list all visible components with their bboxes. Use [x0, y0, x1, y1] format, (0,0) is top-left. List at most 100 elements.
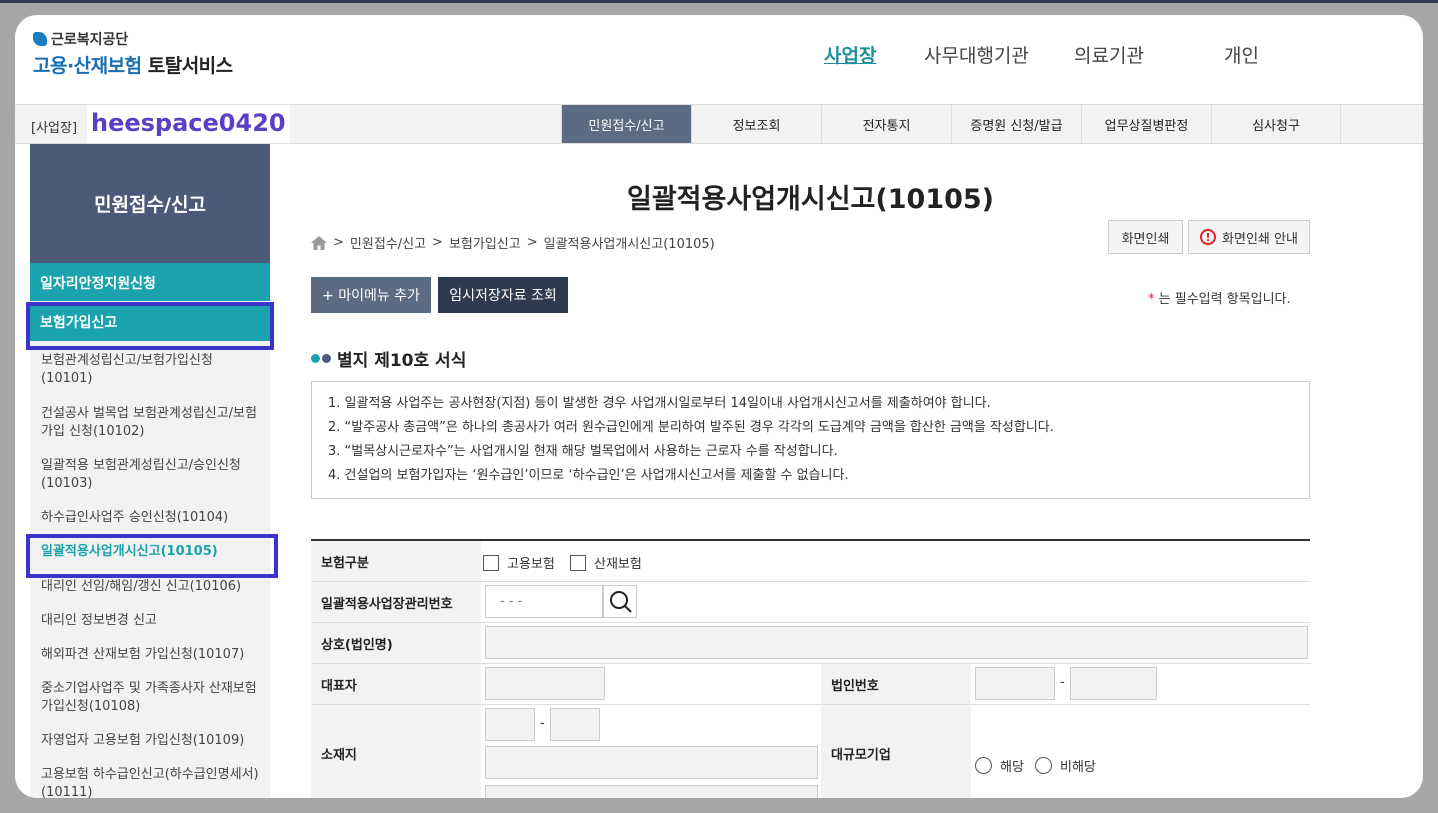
large-company-no-radio[interactable]	[1035, 757, 1052, 774]
org-logo[interactable]: 근로복지공단	[33, 29, 128, 49]
left-navigation: 민원접수/신고 일자리안정지원신청 보험가입신고 보험관계성립신고/보험가입신청…	[30, 144, 270, 798]
employment-insurance-checkbox[interactable]	[483, 554, 499, 571]
postal-dash: -	[540, 716, 545, 731]
address-input[interactable]	[485, 746, 818, 779]
search-icon	[610, 591, 632, 613]
required-note: * 는 필수입력 항목입니다.	[1148, 288, 1291, 307]
company-name-input[interactable]	[485, 626, 1308, 659]
corp-no-first-input[interactable]	[975, 667, 1055, 700]
large-company-no-option[interactable]: 비해당	[1035, 756, 1096, 775]
tab-info-lookup[interactable]: 정보조회	[691, 105, 821, 143]
postal-first-input[interactable]	[485, 708, 535, 741]
service-logo[interactable]: 고용·산재보험 토탈서비스	[33, 51, 233, 78]
notice-line-4: 4. 건설업의 보험가입자는 ‘원수급인’이므로 ‘하수급인’은 사업개시신고서…	[328, 468, 849, 483]
employment-insurance-text: 고용보험	[507, 557, 555, 572]
page-title: 일괄적용사업개시신고(10105)	[627, 184, 995, 215]
large-company-label: 대규모기업	[821, 705, 971, 798]
large-company-yes-radio[interactable]	[975, 757, 992, 774]
alert-icon: !	[1200, 229, 1217, 245]
lnb-item-10109[interactable]: 자영업자 고용보험 가입신청(10109)	[30, 732, 270, 750]
org-name: 근로복지공단	[51, 32, 129, 48]
gnb-medical[interactable]: 의료기관	[1074, 41, 1144, 68]
bullet-dots-icon	[311, 354, 331, 363]
highlight-box-insurance-join	[26, 302, 274, 350]
lnb-item-10111[interactable]: 고용보험 하수급인신고(하수급인명세서)(10111)	[30, 766, 270, 798]
breadcrumb-item-3[interactable]: 일괄적용사업개시신고(10105)	[544, 233, 715, 252]
lnb-item-10107[interactable]: 해외파견 산재보험 가입신청(10107)	[30, 646, 270, 664]
app-window: 근로복지공단 고용·산재보험 토탈서비스 사업장 사무대행기관 의료기관 개인 …	[15, 15, 1423, 798]
address-detail-input[interactable]	[485, 785, 818, 798]
print-button-label: 화면인쇄	[1121, 231, 1170, 247]
form-row-insurance-type: 보험구분 고용보험 산재보험	[311, 541, 1310, 582]
print-guide-label: 화면인쇄 안내	[1222, 231, 1298, 247]
lnb-item-10106[interactable]: 대리인 선임/해임/갱신 신고(10106)	[30, 578, 270, 596]
biz-type-label: [사업장]	[31, 121, 78, 136]
corp-no-label: 법인번호	[821, 664, 971, 704]
gnb-personal[interactable]: 개인	[1224, 41, 1259, 68]
print-button[interactable]: 화면인쇄	[1108, 220, 1183, 254]
tab-civil-complaint[interactable]: 민원접수/신고	[561, 105, 691, 143]
notice-box: 1. 일괄적용 사업주는 공사현장(지점) 등이 발생한 경우 사업개시일로부터…	[311, 381, 1310, 499]
address-label: 소재지	[311, 705, 481, 798]
form-row-mgmt-no: 일괄적용사업장관리번호 - - -	[311, 582, 1310, 623]
breadcrumb: > 민원접수/신고 > 보험가입신고 > 일괄적용사업개시신고(10105)	[311, 233, 715, 252]
registration-form: 보험구분 고용보험 산재보험 일괄적용사업장관리번호 - - - 상호(법인명)…	[311, 539, 1310, 798]
gnb-workplace[interactable]: 사업장	[824, 41, 876, 68]
required-note-text: 는 필수입력 항목입니다.	[1158, 292, 1291, 307]
lnb-item-10103[interactable]: 일괄적용 보험관계성립신고/승인신청(10103)	[30, 457, 270, 493]
sub-navigation-bar: [사업장] heespace0420 민원접수/신고 정보조회 전자통지 증명원…	[15, 104, 1423, 144]
home-icon[interactable]	[311, 235, 327, 250]
temp-saved-lookup-button[interactable]: 임시저장자료 조회	[438, 277, 568, 313]
user-id: heespace0420	[87, 105, 290, 143]
notice-line-3: 3. “벌목상시근로자수”는 사업개시일 현재 해당 벌목업에서 사용하는 근로…	[328, 444, 838, 459]
lnb-title: 민원접수/신고	[30, 144, 270, 263]
lnb-item-10101[interactable]: 보험관계성립신고/보험가입신청(10101)	[30, 352, 270, 388]
large-company-yes-text: 해당	[1000, 760, 1024, 775]
corp-no-dash: -	[1060, 675, 1065, 690]
employment-insurance-option[interactable]: 고용보험	[483, 553, 555, 572]
form-row-company: 상호(법인명)	[311, 623, 1310, 664]
breadcrumb-separator: >	[526, 235, 538, 250]
section-title: 별지 제10호 서식	[311, 346, 466, 371]
notice-line-2: 2. “발주공사 총금액”은 하나의 총공사가 여러 원수급인에게 분리하여 발…	[328, 420, 1054, 435]
large-company-yes-option[interactable]: 해당	[975, 756, 1024, 775]
add-mymenu-button[interactable]: + 마이메뉴 추가	[311, 277, 431, 313]
highlight-box-10105	[26, 534, 278, 578]
tab-certificate[interactable]: 증명원 신청/발급	[951, 105, 1081, 143]
lnb-item-10108[interactable]: 중소기업사업주 및 가족종사자 산재보험가입신청(10108)	[30, 680, 270, 716]
notice-line-1: 1. 일괄적용 사업주는 공사현장(지점) 등이 발생한 경우 사업개시일로부터…	[328, 396, 991, 411]
large-company-no-text: 비해당	[1060, 760, 1096, 775]
lnb-category-job-stability[interactable]: 일자리안정지원신청	[30, 263, 270, 301]
breadcrumb-item-2[interactable]: 보험가입신고	[449, 233, 521, 252]
tab-review-request[interactable]: 심사청구	[1211, 105, 1341, 143]
industrial-insurance-checkbox[interactable]	[570, 554, 586, 571]
logo-main-suffix: 토탈서비스	[147, 55, 233, 77]
comwel-logo-icon	[33, 32, 47, 46]
representative-input[interactable]	[485, 667, 605, 700]
tab-occupational-disease[interactable]: 업무상질병판정	[1081, 105, 1211, 143]
insurance-type-label: 보험구분	[311, 541, 481, 581]
lnb-item-10102[interactable]: 건설공사 벌목업 보험관계성립신고/보험가입 신청(10102)	[30, 405, 270, 441]
company-label: 상호(법인명)	[311, 623, 481, 663]
lnb-item-10104[interactable]: 하수급인사업주 승인신청(10104)	[30, 509, 270, 527]
representative-label: 대표자	[311, 664, 481, 704]
breadcrumb-separator: >	[432, 235, 443, 250]
required-star: *	[1148, 292, 1155, 307]
mgmt-no-input[interactable]: - - -	[485, 585, 603, 618]
industrial-insurance-text: 산재보험	[594, 557, 642, 572]
breadcrumb-separator: >	[333, 235, 344, 250]
corp-no-second-input[interactable]	[1070, 667, 1157, 700]
search-button[interactable]	[603, 585, 637, 618]
postal-second-input[interactable]	[550, 708, 600, 741]
tab-e-notice[interactable]: 전자통지	[821, 105, 951, 143]
lnb-item-agent-info[interactable]: 대리인 정보변경 신고	[30, 612, 270, 630]
gnb-agency[interactable]: 사무대행기관	[924, 41, 1029, 68]
section-title-text: 별지 제10호 서식	[337, 351, 467, 371]
form-row-representative: 대표자 법인번호 -	[311, 664, 1310, 705]
print-guide-button[interactable]: ! 화면인쇄 안내	[1188, 220, 1310, 254]
industrial-insurance-option[interactable]: 산재보험	[570, 553, 642, 572]
form-row-address: 소재지 - 대규모기업 해당 비해당	[311, 705, 1310, 798]
mgmt-no-label: 일괄적용사업장관리번호	[311, 582, 481, 622]
logo-main-text: 고용·산재보험	[33, 55, 142, 77]
breadcrumb-item-1[interactable]: 민원접수/신고	[350, 233, 426, 252]
